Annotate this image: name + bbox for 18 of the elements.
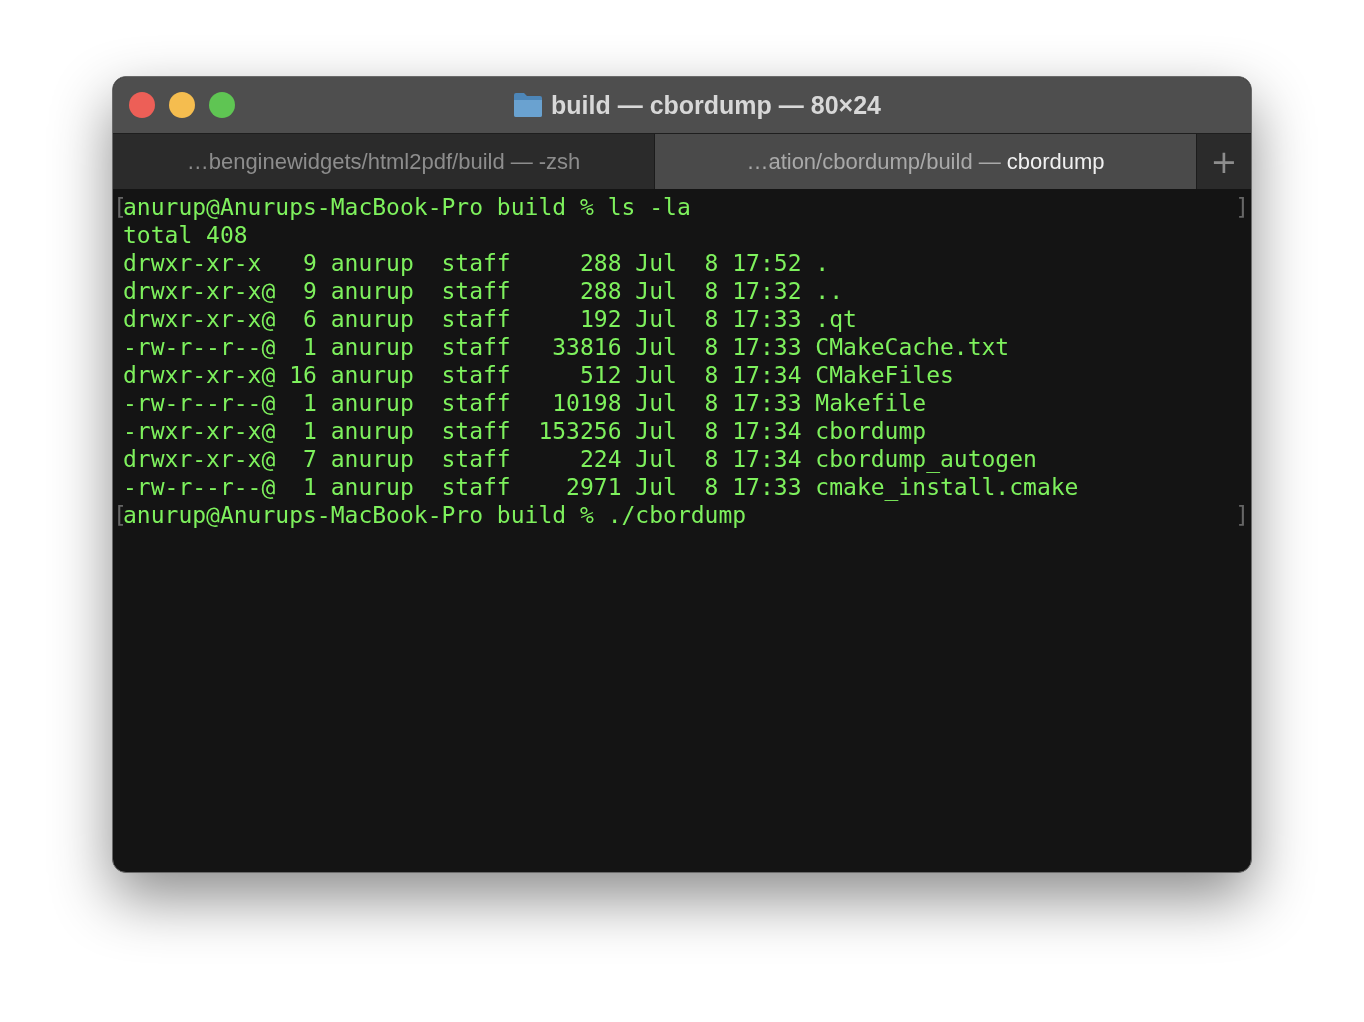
tab[interactable]: …ation/cbordump/build — cbordump — [655, 134, 1197, 189]
output-line: drwxr-xr-x@ 9 anurup staff 288 Jul 8 17:32 .. — [123, 277, 844, 305]
output-line: total 408 — [123, 221, 248, 249]
minimize-button[interactable] — [169, 92, 195, 118]
output-line: -rw-r--r--@ 1 anurup staff 2971 Jul 8 17:33 cmake_install.cmake — [123, 473, 1079, 501]
window-title: build — cbordump — 80×24 — [551, 90, 881, 120]
output-line: -rwxr-xr-x@ 1 anurup staff 153256 Jul 8 17:34 cbordump — [123, 417, 927, 445]
output-line: -rw-r--r--@ 1 anurup staff 33816 Jul 8 17:33 CMakeCache.txt — [123, 333, 1010, 361]
close-button[interactable] — [129, 92, 155, 118]
prompt-mark: ] — [1235, 501, 1249, 529]
output-line: drwxr-xr-x@ 6 anurup staff 192 Jul 8 17:33 .qt — [123, 305, 857, 333]
output-line: drwxr-xr-x@ 7 anurup staff 224 Jul 8 17:34 cbordump_autogen — [123, 445, 1037, 473]
zoom-button[interactable] — [209, 92, 235, 118]
folder-icon — [513, 92, 544, 118]
output-line: -rw-r--r--@ 1 anurup staff 10198 Jul 8 17:33 Makefile — [123, 389, 927, 417]
prompt-mark: ] — [1235, 193, 1249, 221]
output-line: drwxr-xr-x@ 16 anurup staff 512 Jul 8 17:34 CMakeFiles — [123, 361, 954, 389]
output-line: drwxr-xr-x 9 anurup staff 288 Jul 8 17:52 . — [123, 249, 830, 277]
